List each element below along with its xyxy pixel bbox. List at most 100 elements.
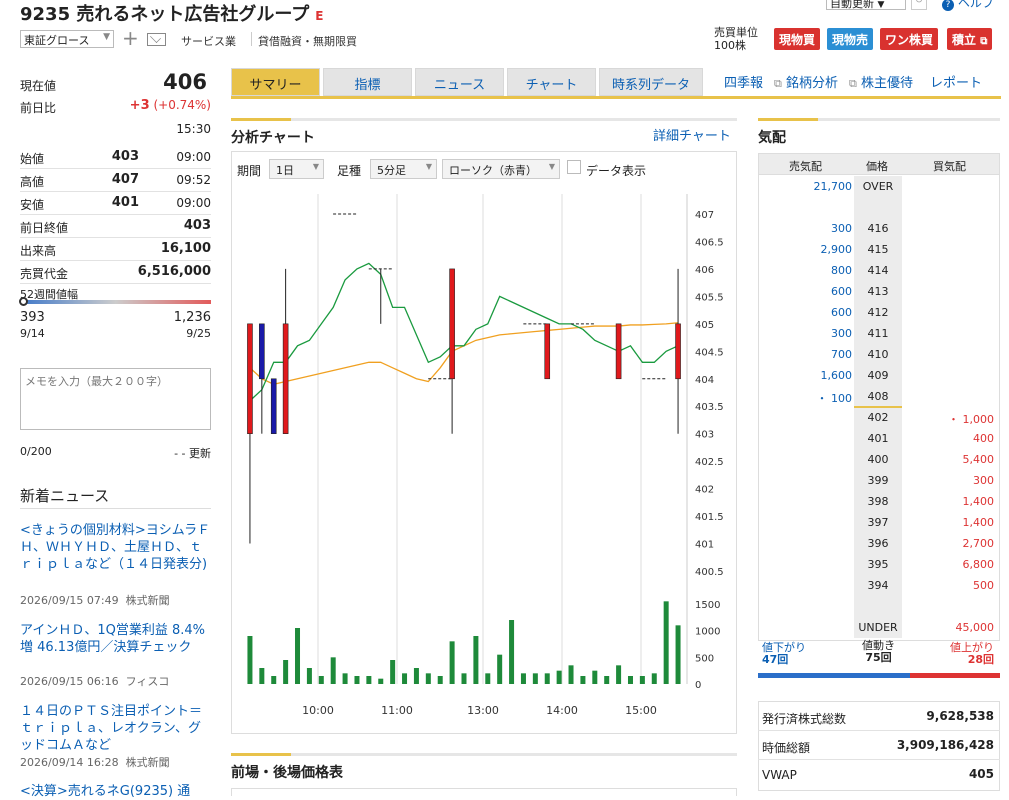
- news-item-3[interactable]: １４日のＰＴＳ注目ポイント＝ｔｒｉｐｌａ、レオクラン、グッドコムＡなど: [20, 703, 211, 754]
- stat-value: 405: [968, 767, 994, 781]
- board-row[interactable]: 600 413: [758, 281, 1000, 302]
- news-item-2[interactable]: アインＨＤ、1Q営業利益 8.4%増 46.13億円／決算チェック: [20, 622, 211, 656]
- board-row[interactable]: 398 1,400: [758, 491, 1000, 512]
- tsumitate-label: 積立: [952, 33, 977, 47]
- board-row[interactable]: 800 414: [758, 260, 1000, 281]
- board-row[interactable]: 395 6,800: [758, 554, 1000, 575]
- board-price: 395: [854, 554, 902, 575]
- board-row[interactable]: 401 400: [758, 428, 1000, 449]
- board-buy-qty: 400: [973, 432, 994, 445]
- turnover-label: 売買代金: [20, 267, 69, 281]
- tsumitate-button[interactable]: 積立 ⧉: [947, 28, 993, 50]
- board-row[interactable]: UNDER 45,000: [758, 617, 1000, 638]
- tab-summary[interactable]: サマリー: [231, 68, 320, 96]
- board-buy-qty: ・ 1,000: [948, 413, 994, 426]
- news-item-4[interactable]: <決算>売れるネG(9235) 通: [20, 783, 211, 800]
- volume-bar: [449, 641, 455, 684]
- board-sell-qty: 300: [831, 327, 852, 340]
- ashi-select[interactable]: 5分足 ▼: [370, 159, 437, 179]
- yutai-link[interactable]: ⧉ 株主優待: [849, 72, 913, 91]
- board-price: OVER: [854, 176, 902, 197]
- board-row[interactable]: 397 1,400: [758, 512, 1000, 533]
- week52-high: 1,236: [173, 310, 211, 325]
- report-link[interactable]: レポート: [930, 72, 982, 91]
- board-row[interactable]: 394 500: [758, 575, 1000, 596]
- week52-high-date: 9/25: [186, 327, 211, 340]
- y-tick-label: 401: [695, 540, 714, 551]
- board-row[interactable]: 21,700 OVER: [758, 176, 1000, 197]
- price-chart[interactable]: 10:00 11:00 13:00 14:00 15:00 407 406.5 406 405.…: [233, 186, 735, 726]
- board-row[interactable]: 400 5,400: [758, 449, 1000, 470]
- board-row[interactable]: 399 300: [758, 470, 1000, 491]
- price-table-title: 前場・後場価格表: [231, 765, 343, 781]
- mail-icon[interactable]: [147, 32, 166, 46]
- board-row[interactable]: 700 410: [758, 344, 1000, 365]
- stat-value: 3,909,186,428: [896, 738, 994, 752]
- stat-shares: 発行済株式総数 9,628,538: [758, 702, 1000, 731]
- chart-section-title: 分析チャート: [231, 130, 315, 146]
- period-select[interactable]: 1日 ▼: [269, 159, 324, 179]
- volume-bar: [402, 673, 408, 684]
- tab-chart[interactable]: チャート: [507, 68, 596, 96]
- move-ticks: 値動き 75回: [862, 640, 895, 664]
- volume-bar: [592, 670, 598, 684]
- one-share-buy-button[interactable]: ワン株買: [880, 28, 939, 50]
- board-buy-qty: 300: [973, 474, 994, 487]
- y-tick-label: 402: [695, 485, 714, 496]
- refresh-icon[interactable]: ↻: [911, 0, 927, 10]
- board-row[interactable]: ・ 100 408: [758, 386, 1000, 407]
- board-row[interactable]: 300 411: [758, 323, 1000, 344]
- board-row[interactable]: 402 ・ 1,000: [758, 407, 1000, 428]
- tab-news[interactable]: ニュース: [415, 68, 504, 96]
- auto-update-select[interactable]: 自動更新 ▼: [826, 0, 906, 10]
- board-sell-qty: 700: [831, 348, 852, 361]
- tab-timeseries[interactable]: 時系列データ: [599, 68, 703, 96]
- week52-range-bar: [20, 300, 211, 304]
- board-row[interactable]: 300 416: [758, 218, 1000, 239]
- tick-ratio-bar: [758, 673, 1000, 678]
- volume-bar: [378, 678, 384, 684]
- board-current-marker: [854, 406, 902, 408]
- data-display-checkbox[interactable]: [567, 160, 581, 174]
- shikiho-link[interactable]: 四季報: [724, 72, 763, 91]
- memo-update-button[interactable]: - - 更新: [174, 445, 211, 461]
- period-label: 期間: [237, 164, 262, 178]
- board-row[interactable]: 2,900 415: [758, 239, 1000, 260]
- news-source: 株式新聞: [125, 756, 170, 769]
- volume-bar: [318, 676, 324, 684]
- candle-body: [247, 323, 253, 434]
- board-price: 415: [854, 239, 902, 260]
- volume-bar: [675, 625, 681, 684]
- news-item-1[interactable]: <きょうの個別材料>ヨシムラＦＨ、ＷＨＹＨＤ、土屋ＨＤ、ｔｒｉｐｌａなど（１４日…: [20, 522, 211, 573]
- low-row: 安値 401 09:00: [20, 192, 211, 215]
- y-tick-label: 403.5: [695, 402, 724, 413]
- board-row[interactable]: [758, 197, 1000, 218]
- volume-bar: [616, 665, 622, 684]
- high-value: 407: [111, 172, 139, 187]
- detail-chart-link[interactable]: 詳細チャート: [653, 125, 731, 144]
- period-value: 1日: [276, 164, 294, 177]
- industry-tag[interactable]: サービス業: [181, 33, 236, 49]
- stock-analysis-link[interactable]: ⧉ 銘柄分析: [774, 72, 838, 91]
- market-select[interactable]: 東証グロース ▼: [20, 30, 114, 48]
- price-table-panel: [231, 788, 737, 796]
- tab-indicators[interactable]: 指標: [323, 68, 412, 96]
- volume-bar: [485, 673, 491, 684]
- memo-input[interactable]: [20, 368, 211, 430]
- board-row[interactable]: 1,600 409: [758, 365, 1000, 386]
- board-row[interactable]: [758, 596, 1000, 617]
- add-icon[interactable]: +: [122, 28, 139, 48]
- x-tick-label: 10:00: [302, 704, 334, 717]
- moving-average-short: [249, 262, 679, 402]
- y-tick-label: 406.5: [695, 237, 724, 248]
- candle-select[interactable]: ローソク（赤青） ▼: [442, 159, 560, 179]
- spot-sell-button[interactable]: 現物売: [827, 28, 874, 50]
- stat-label: 時価総額: [762, 741, 811, 755]
- help-link[interactable]: ? ヘルプ: [942, 0, 994, 11]
- news-meta-1: 2026/09/15 07:49 株式新聞: [20, 592, 170, 608]
- spot-buy-button[interactable]: 現物買: [774, 28, 821, 50]
- board-row[interactable]: 396 2,700: [758, 533, 1000, 554]
- candle-body: [259, 323, 265, 380]
- board-row[interactable]: 600 412: [758, 302, 1000, 323]
- volume-bar: [509, 620, 515, 684]
